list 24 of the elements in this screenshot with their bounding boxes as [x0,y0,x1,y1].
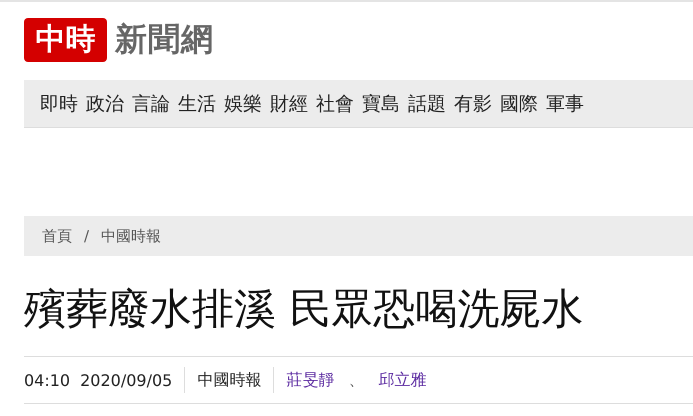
nav-link[interactable]: 言論 [132,90,170,116]
nav-link[interactable]: 國際 [500,90,538,116]
nav-link[interactable]: 社會 [316,90,354,116]
headline: 殯葬廢水排溪 民眾恐喝洗屍水 [24,284,584,334]
logo-badge[interactable]: 中時 [24,18,107,62]
nav-link[interactable]: 娛樂 [224,90,262,116]
publish-date: 2020/09/05 [80,370,172,390]
nav-link[interactable]: 話題 [408,90,446,116]
nav-link[interactable]: 政治 [86,90,124,116]
source-name: 中國時報 [197,370,262,391]
nav-link[interactable]: 寶島 [362,90,400,116]
publish-time: 04:10 [24,370,70,390]
nav-link[interactable]: 有影 [454,90,492,116]
author-link[interactable]: 邱立雅 [378,370,426,391]
nav-link[interactable]: 軍事 [546,90,584,116]
nav-link[interactable]: 財經 [270,90,308,116]
breadcrumb-link[interactable]: 中國時報 [101,226,162,246]
author-separator: 、 [348,370,364,391]
nav-link[interactable]: 即時 [40,90,78,116]
breadcrumb-link[interactable]: 首頁 [42,226,72,246]
author-link[interactable]: 莊旻靜 [286,370,334,391]
nav-link[interactable]: 生活 [178,90,216,116]
breadcrumb-separator: / [84,227,90,245]
site-name: 新聞網 [115,19,214,60]
